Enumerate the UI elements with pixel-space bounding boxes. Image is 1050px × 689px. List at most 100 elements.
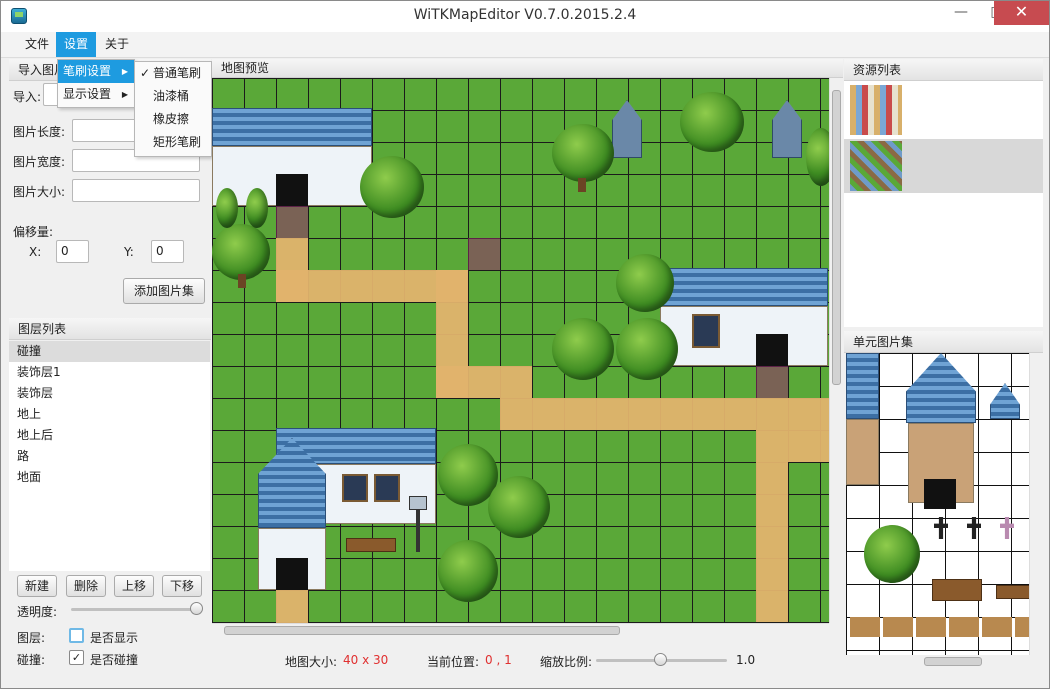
house-door <box>276 558 308 590</box>
display-settings-label: 显示设置 <box>63 87 112 101</box>
menu-item-rect-brush[interactable]: 矩形笔刷 <box>135 131 211 154</box>
tree <box>438 540 498 602</box>
close-button[interactable]: ✕ <box>994 1 1049 25</box>
tile-panel-header-wrap: 单元图片集 <box>844 331 1043 353</box>
tree-trunk <box>238 274 246 288</box>
tile-cross-icon <box>934 517 948 539</box>
resource-item-selected[interactable] <box>844 139 1043 193</box>
map-panel-header: 地图预览 <box>212 59 843 78</box>
offset-label: 偏移量: <box>13 225 54 239</box>
resource-panel-header: 资源列表 <box>844 59 1043 81</box>
show-layer-checkbox[interactable] <box>69 628 84 643</box>
house-window <box>374 474 400 502</box>
submenu-arrow-icon: ▶ <box>121 90 128 99</box>
tile-tree <box>864 525 920 583</box>
house-roof <box>660 268 828 306</box>
window-title: WiTKMapEditor V0.7.0.2015.2.4 <box>413 7 637 23</box>
collision-checkbox[interactable]: ✓ <box>69 650 84 665</box>
bench <box>346 538 396 552</box>
tile-small-roof <box>990 383 1020 419</box>
offset-x-field[interactable]: 0 <box>56 240 89 263</box>
menu-item-normal-brush[interactable]: ✓ 普通笔刷 <box>135 62 211 85</box>
zoom-slider-knob[interactable] <box>654 653 667 666</box>
add-tileset-button[interactable]: 添加图片集 <box>123 278 205 304</box>
map-vertical-scroll-thumb[interactable] <box>832 90 841 385</box>
collision-label: 碰撞: <box>17 653 46 667</box>
layer-list: 碰撞 装饰层1 装饰层 地上 地上后 路 地面 <box>9 341 210 571</box>
submenu-arrow-icon: ▶ <box>121 67 128 76</box>
map-panel-header-wrap: 地图预览 <box>212 59 843 78</box>
delete-layer-button[interactable]: 删除 <box>66 575 106 597</box>
tile-cross-icon <box>967 517 981 539</box>
menu-item-display-settings[interactable]: 显示设置 ▶ <box>58 83 134 106</box>
tileset-thumbnail <box>850 85 902 135</box>
app-window: WiTKMapEditor V0.7.0.2015.2.4 — □ ✕ 文件 设… <box>0 0 1050 689</box>
house-window <box>342 474 368 502</box>
menu-settings[interactable]: 设置 <box>56 32 97 57</box>
import-label: 导入: <box>13 90 42 104</box>
menu-file[interactable]: 文件 <box>17 32 57 57</box>
tileset-horizontal-scrollbar[interactable] <box>844 655 1043 669</box>
tree <box>616 254 674 312</box>
resource-item[interactable] <box>844 81 1043 137</box>
check-icon: ✓ <box>140 66 151 80</box>
tree <box>552 318 614 380</box>
layer-item-ground[interactable]: 地面 <box>9 467 210 488</box>
offset-y-field[interactable]: 0 <box>151 240 184 263</box>
brush-settings-label: 笔刷设置 <box>63 64 112 78</box>
tileset-thumbnail <box>850 141 902 191</box>
move-down-button[interactable]: 下移 <box>162 575 202 597</box>
status-bar: 地图大小: 40 x 30 当前位置: 0 , 1 缩放比例: 1.0 <box>212 638 843 686</box>
layer-item-decor1[interactable]: 装饰层1 <box>9 362 210 383</box>
tileset-vertical-scrollbar[interactable] <box>1029 353 1043 655</box>
map-canvas[interactable] <box>212 78 829 623</box>
map-size-value: 40 x 30 <box>343 653 389 667</box>
cursor-position-label: 当前位置: <box>427 655 480 669</box>
tree <box>552 124 614 182</box>
layer-item-collision[interactable]: 碰撞 <box>9 341 210 362</box>
well-structure <box>772 100 802 158</box>
collision-tile <box>756 366 788 398</box>
tree <box>616 318 678 380</box>
layer-item-above[interactable]: 地上 <box>9 404 210 425</box>
offset-y-label: Y: <box>124 245 134 259</box>
tileset-horizontal-scroll-thumb[interactable] <box>924 657 982 666</box>
layer-visible-label: 图层: <box>17 631 46 645</box>
map-horizontal-scrollbar[interactable] <box>212 623 829 637</box>
house-wall <box>660 306 828 366</box>
lamp-icon <box>409 496 427 510</box>
layer-item-road[interactable]: 路 <box>9 446 210 467</box>
tree <box>212 224 270 280</box>
tree <box>806 128 829 186</box>
layer-item-above-back[interactable]: 地上后 <box>9 425 210 446</box>
tile-gable-roof <box>906 353 976 423</box>
road-tile <box>788 430 829 462</box>
map-size-label: 地图大小: <box>285 655 338 669</box>
new-layer-button[interactable]: 新建 <box>17 575 57 597</box>
tileset-grid[interactable] <box>846 353 1043 655</box>
menu-item-paint-bucket[interactable]: 油漆桶 <box>135 85 211 108</box>
height-label: 图片宽度: <box>13 155 66 169</box>
menu-item-brush-settings[interactable]: 笔刷设置 ▶ <box>58 60 134 83</box>
map-vertical-scrollbar[interactable] <box>829 78 843 623</box>
menu-about[interactable]: 关于 <box>97 32 137 57</box>
menu-item-eraser[interactable]: 橡皮擦 <box>135 108 211 131</box>
width-label: 图片长度: <box>13 125 66 139</box>
map-horizontal-scroll-thumb[interactable] <box>224 626 620 635</box>
size-field[interactable] <box>72 179 200 202</box>
opacity-slider[interactable] <box>71 608 197 611</box>
size-label: 图片大小: <box>13 185 66 199</box>
tree <box>360 156 424 218</box>
layer-item-decor[interactable]: 装饰层 <box>9 383 210 404</box>
layer-panel-header: 图层列表 <box>9 318 211 340</box>
show-layer-text: 是否显示 <box>90 631 139 645</box>
opacity-slider-knob[interactable] <box>190 602 203 615</box>
move-up-button[interactable]: 上移 <box>114 575 154 597</box>
opacity-label: 透明度: <box>17 605 58 619</box>
house-roof <box>212 108 372 146</box>
tile-signboards <box>850 617 1040 637</box>
tile-wall <box>846 419 879 485</box>
menu-bar: 文件 设置 关于 <box>1 32 1049 58</box>
house-door <box>756 334 788 366</box>
normal-brush-label: 普通笔刷 <box>153 66 202 80</box>
